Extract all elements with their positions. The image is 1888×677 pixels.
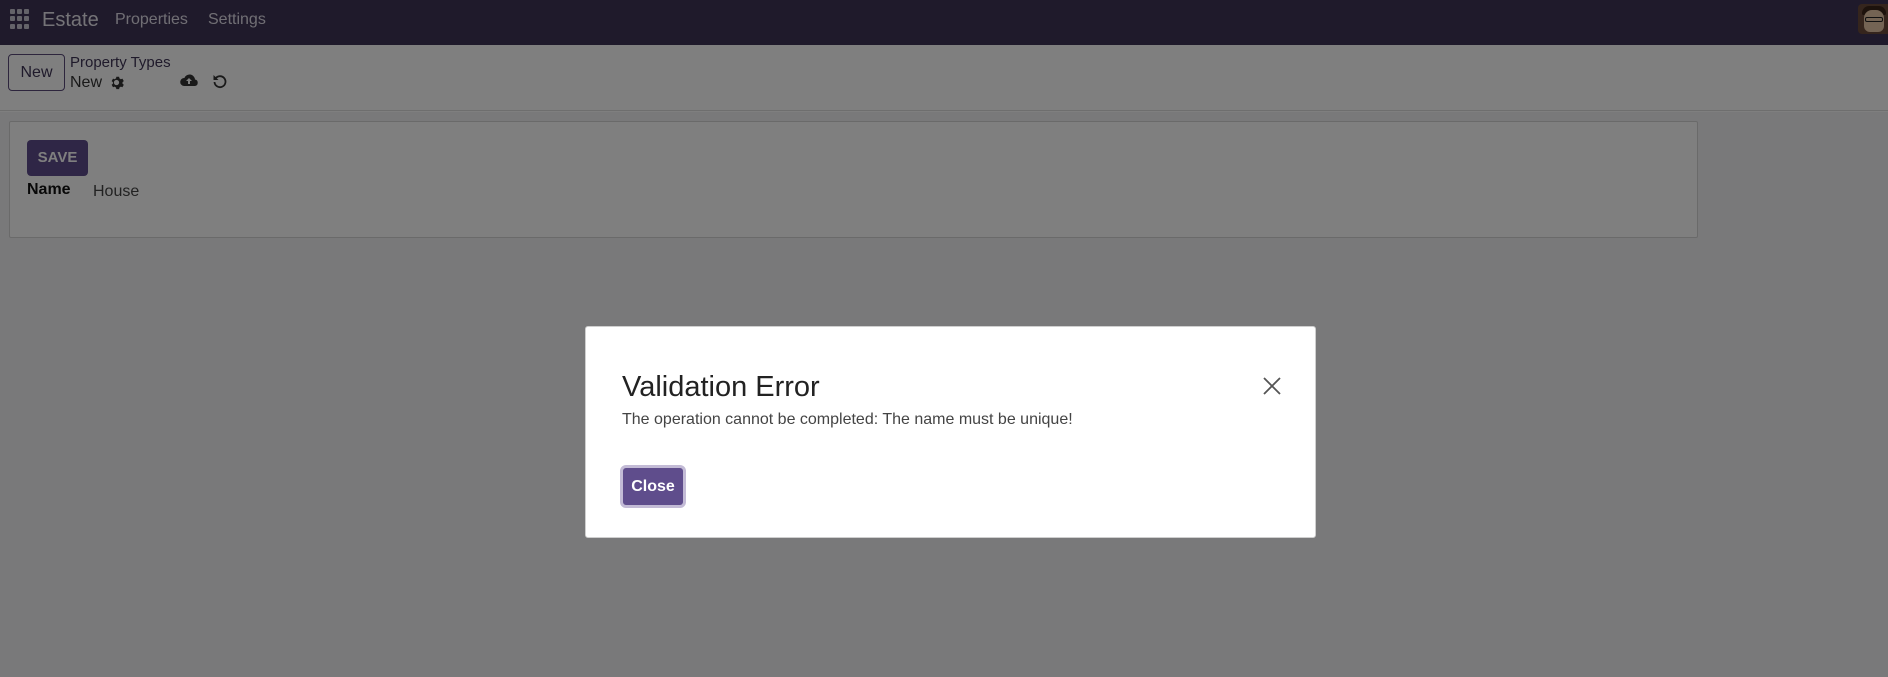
close-icon[interactable] bbox=[1261, 375, 1283, 397]
dialog-title: Validation Error bbox=[622, 371, 820, 403]
dialog-close-button[interactable]: Close bbox=[620, 465, 686, 508]
validation-error-dialog: Validation Error The operation cannot be… bbox=[585, 326, 1316, 538]
dialog-message: The operation cannot be completed: The n… bbox=[622, 411, 1073, 428]
